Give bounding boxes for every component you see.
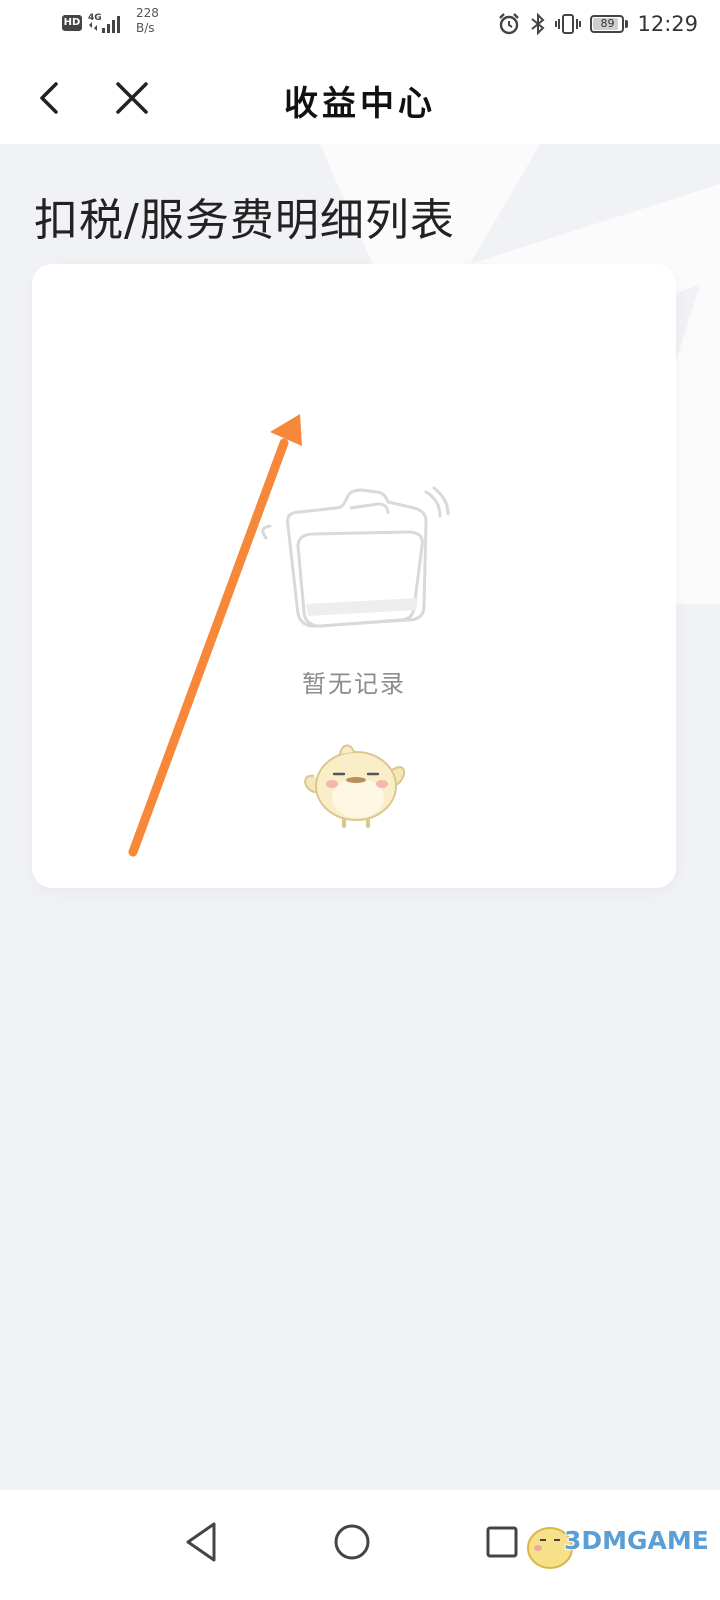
network-speed-value: 228: [136, 6, 159, 20]
bluetooth-icon: [531, 12, 545, 36]
battery-level: 89: [600, 17, 615, 30]
signal-icon: 4G: [88, 13, 120, 33]
status-bar: HD 4G 228 B/s 89 12:29: [0, 0, 720, 48]
mascot-icon: [304, 744, 406, 828]
network-type-label: 4G: [88, 13, 102, 23]
network-speed-unit: B/s: [136, 21, 155, 35]
folder-icon: [261, 486, 450, 628]
section-title: 扣税/服务费明细列表: [34, 195, 455, 246]
recents-square-icon: [486, 1526, 518, 1558]
app-header: 收益中心: [0, 48, 720, 144]
battery-icon: 89: [590, 15, 625, 33]
vibrate-icon: [555, 14, 582, 34]
home-circle-icon: [334, 1524, 370, 1560]
nav-back-button[interactable]: [172, 1512, 232, 1572]
navigation-bar: 3DMGAME: [0, 1490, 720, 1600]
records-card: 暂无记录: [32, 264, 676, 888]
network-speed: 228 B/s: [136, 6, 170, 36]
alarm-icon: [499, 13, 520, 35]
watermark: 3DMGAME: [520, 1514, 720, 1594]
hd-badge: HD: [62, 15, 82, 31]
clock: 12:29: [637, 12, 698, 36]
page-title: 收益中心: [284, 84, 436, 124]
watermark-text: 3DMGAME: [564, 1526, 709, 1555]
empty-state-text: 暂无记录: [302, 670, 406, 698]
back-triangle-icon: [186, 1522, 216, 1562]
nav-home-button[interactable]: [322, 1512, 382, 1572]
